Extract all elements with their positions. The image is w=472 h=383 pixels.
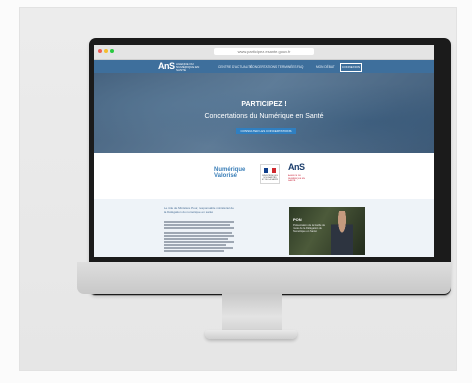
nav-item-mon-debat[interactable]: MON DÉBAT (316, 65, 335, 69)
intro-text-line (164, 235, 234, 237)
minimize-window-icon[interactable] (104, 49, 108, 53)
intro-text-line (164, 247, 233, 249)
intro-text-line (164, 232, 232, 234)
intro-text-line (164, 227, 234, 229)
monitor-chin (77, 262, 451, 294)
ministere-label: MINISTÈRE DES SOLIDARITÉS ET DE LA SANTÉ (262, 175, 278, 181)
monitor-screen: www.participez.esante.gouv.fr AnS AGENCE… (94, 45, 434, 257)
partner-logo-ans[interactable]: AnS (288, 162, 305, 172)
site-logo-subtitle: AGENCE DU NUMÉRIQUE EN SANTÉ (176, 62, 200, 72)
intro-text-line (164, 241, 234, 243)
maximize-window-icon[interactable] (110, 49, 114, 53)
intro-section (94, 199, 434, 257)
ans-letters: AnS (288, 162, 305, 172)
connexion-button[interactable]: CONNEXION (340, 63, 362, 72)
address-bar[interactable]: www.participez.esante.gouv.fr (214, 48, 314, 55)
intro-text-line (164, 244, 226, 246)
nav-item-actualite[interactable]: CENTRE D'ACTUALITÉ (218, 65, 252, 69)
partner-logo-numerique[interactable]: Numérique Valorisé (214, 167, 250, 179)
french-flag-icon (264, 168, 276, 173)
video-speaker (331, 211, 353, 255)
intro-text-line (164, 250, 224, 252)
hero-title: PARTICIPEZ ! (241, 101, 287, 108)
nav-item-concertations[interactable]: CONCERTATIONS TERMINÉES (250, 65, 297, 69)
intro-text-line (164, 221, 234, 223)
hero-cta-button[interactable]: CONSULTER LES CONCERTATIONS (236, 128, 296, 134)
nav-item-faq[interactable]: FAQ (297, 65, 303, 69)
video-caption: Présentation de la feuille de route de l… (293, 224, 326, 233)
close-window-icon[interactable] (98, 49, 102, 53)
partner-logo-ministere[interactable]: MINISTÈRE DES SOLIDARITÉS ET DE LA SANTÉ (260, 164, 280, 184)
partner-logo-ans-subtitle: AGENCE DU NUMÉRIQUE EN SANTÉ (288, 175, 306, 183)
video-title: PON (293, 217, 302, 222)
hero-subtitle: Concertations du Numérique en Santé (204, 113, 324, 120)
intro-text-line (164, 224, 230, 226)
intro-text-line (164, 238, 228, 240)
monitor-base (205, 330, 297, 339)
site-logo[interactable]: AnS (158, 61, 175, 72)
browser-toolbar: www.participez.esante.gouv.fr (94, 45, 434, 60)
monitor-stand (222, 294, 282, 332)
intro-heading: Le rôle de Ministère Pour, responsable m… (164, 206, 234, 214)
